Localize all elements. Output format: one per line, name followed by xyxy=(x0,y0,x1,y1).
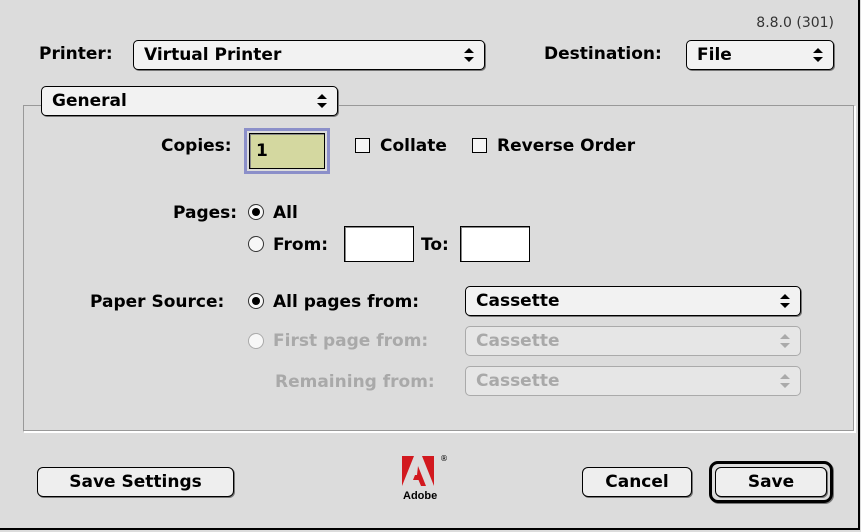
remaining-source-popup[interactable]: Cassette xyxy=(465,366,801,396)
destination-label: Destination: xyxy=(544,44,662,64)
copies-label: Copies: xyxy=(161,136,232,156)
copies-input[interactable]: 1 xyxy=(244,128,330,174)
all-pages-from-label: All pages from: xyxy=(273,292,420,312)
adobe-logo-text: Adobe xyxy=(403,490,438,502)
updown-arrows-icon xyxy=(780,294,790,308)
updown-arrows-icon xyxy=(317,94,327,108)
pages-all-label: All xyxy=(273,203,298,223)
paper-source-label: Paper Source: xyxy=(90,292,225,312)
collate-label: Collate xyxy=(380,136,447,156)
panel-popup-value: General xyxy=(52,91,127,111)
updown-arrows-icon xyxy=(780,374,790,388)
updown-arrows-icon xyxy=(464,48,474,62)
all-pages-source-popup[interactable]: Cassette xyxy=(465,286,801,316)
pages-to-input[interactable] xyxy=(460,226,530,262)
all-pages-source-value: Cassette xyxy=(476,291,560,311)
panel-popup[interactable]: General xyxy=(41,86,338,116)
cancel-button[interactable]: Cancel xyxy=(582,467,692,497)
save-settings-button[interactable]: Save Settings xyxy=(37,467,234,497)
updown-arrows-icon xyxy=(780,334,790,348)
updown-arrows-icon xyxy=(813,48,823,62)
remaining-from-label: Remaining from: xyxy=(275,372,435,392)
version-label: 8.8.0 (301) xyxy=(756,15,834,31)
first-page-source-popup[interactable]: Cassette xyxy=(465,326,801,356)
printer-popup[interactable]: Virtual Printer xyxy=(133,40,485,70)
printer-label: Printer: xyxy=(39,44,113,64)
pages-to-label: To: xyxy=(421,235,449,255)
pages-all-radio[interactable] xyxy=(248,204,264,220)
reverse-order-checkbox[interactable] xyxy=(472,138,487,153)
destination-popup-value: File xyxy=(697,45,732,65)
pages-label: Pages: xyxy=(173,203,238,223)
first-page-from-radio[interactable] xyxy=(248,333,264,349)
pages-from-radio[interactable] xyxy=(248,236,264,252)
save-button[interactable]: Save xyxy=(715,467,827,497)
first-page-source-value: Cassette xyxy=(476,331,560,351)
reverse-order-label: Reverse Order xyxy=(497,136,636,156)
printer-popup-value: Virtual Printer xyxy=(144,45,282,65)
first-page-from-label: First page from: xyxy=(273,331,429,351)
pages-from-label: From: xyxy=(273,235,329,255)
collate-checkbox[interactable] xyxy=(355,138,370,153)
all-pages-from-radio[interactable] xyxy=(248,293,264,309)
pages-from-input[interactable] xyxy=(344,226,414,262)
remaining-source-value: Cassette xyxy=(476,371,560,391)
print-dialog: 8.8.0 (301) Printer: Virtual Printer Des… xyxy=(0,0,860,530)
destination-popup[interactable]: File xyxy=(686,40,834,70)
